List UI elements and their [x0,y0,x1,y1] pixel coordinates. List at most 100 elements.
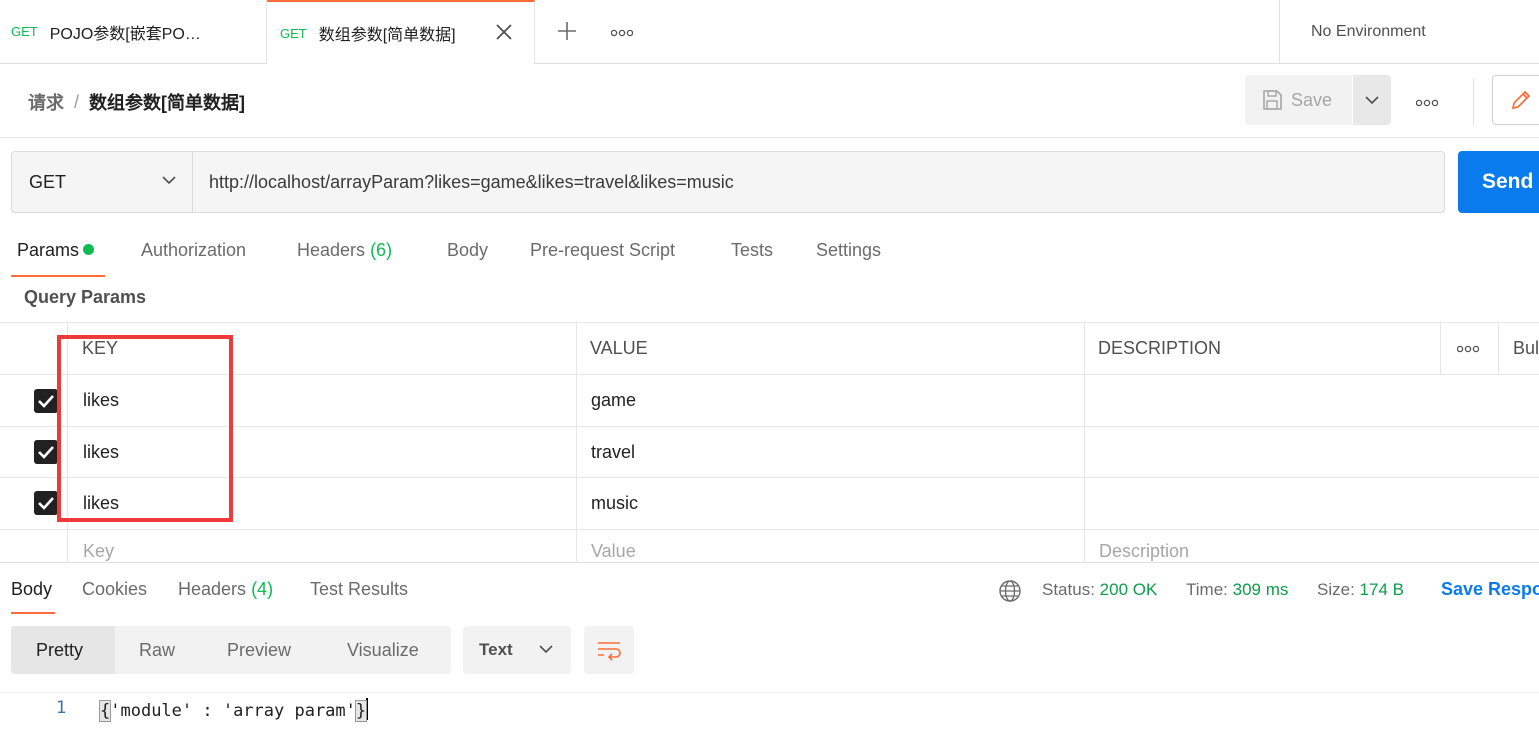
query-params-title: Query Params [24,287,147,307]
view-preview[interactable]: Preview [227,626,291,674]
row-checkbox[interactable] [34,389,58,413]
column-header-value: VALUE [590,338,648,358]
view-mode-selector: Pretty Raw Preview Visualize [11,626,451,674]
save-button[interactable]: Save [1245,75,1352,125]
response-tab-headers[interactable]: Headers (4) [178,579,273,600]
column-header-description: DESCRIPTION [1098,338,1222,358]
edit-button[interactable] [1492,75,1539,125]
method-select[interactable]: GET [12,152,193,212]
tab-label: Tests [731,240,774,260]
new-value-input[interactable]: Value [591,530,636,562]
more-actions-icon[interactable] [1415,96,1439,110]
format-select[interactable]: Text [463,626,571,674]
request-header: 请求 / 数组参数[简单数据] Save [0,64,1539,138]
status-label: Status: [1042,580,1095,599]
url-input[interactable]: http://localhost/arrayParam?likes=game&l… [193,152,1444,212]
code-line[interactable]: {'module' : 'array param'} [98,698,369,722]
row-checkbox[interactable] [34,440,58,464]
tab-label: Body [447,240,489,260]
request-tabs: Params Authorization Headers (6) Body Pr… [0,232,1539,277]
wrap-icon [598,642,621,661]
active-dot-icon [83,244,95,255]
highlight-annotation-box [57,335,233,522]
save-response-button[interactable]: Save Respo [1441,579,1539,600]
plus-icon[interactable] [556,20,578,42]
line-number: 1 [56,698,67,718]
chevron-down-icon [1365,96,1379,104]
url-bar: GET http://localhost/arrayParam?likes=ga… [11,151,1445,213]
table-divider [576,322,577,562]
view-raw[interactable]: Raw [139,626,175,674]
check-icon [38,497,54,510]
send-button[interactable]: Send [1458,151,1539,213]
tab-authorization[interactable]: Authorization [141,240,246,261]
response-tab-test-results[interactable]: Test Results [310,579,408,600]
chevron-down-icon [162,176,176,184]
chevron-down-icon [539,645,553,653]
response-tab-body[interactable]: Body [11,579,52,600]
tab-label: Authorization [141,240,247,260]
tab-pre-request-script[interactable]: Pre-request Script [530,240,675,261]
environment-selector[interactable]: No Environment [1279,0,1539,63]
status-value: 200 OK [1099,580,1158,599]
close-icon[interactable] [494,22,514,42]
param-value[interactable]: music [591,478,638,529]
time-value: 309 ms [1232,580,1289,599]
tab-params[interactable]: Params [17,240,95,261]
brace-close: } [354,700,368,722]
tab-title: 数组参数[简单数据] [318,27,456,44]
breadcrumb-separator: / [74,91,80,112]
header-divider [1473,78,1474,126]
response-tab-cookies[interactable]: Cookies [82,579,147,600]
tab-count: (4) [251,579,274,599]
tab-body[interactable]: Body [447,240,488,261]
tab-label: Headers [178,579,247,599]
tab-label: Params [17,240,80,260]
breadcrumb-parent[interactable]: 请求 [28,89,64,115]
request-tab-array[interactable]: GET 数组参数[简单数据] [267,0,535,64]
table-divider [1084,322,1085,562]
new-key-input[interactable]: Key [83,530,114,562]
view-pretty[interactable]: Pretty [11,626,115,674]
tab-settings[interactable]: Settings [816,240,881,261]
more-tabs-icon[interactable] [610,26,634,40]
tab-label: Pre-request Script [530,240,676,260]
tab-label: Settings [816,240,882,260]
status-info: Status: 200 OK [1042,580,1157,600]
response-body[interactable]: 1 {'module' : 'array param'} [0,692,1539,749]
pencil-icon [1511,90,1531,110]
request-tab-pojo[interactable]: GET POJO参数[嵌套PO… [0,0,267,63]
param-value[interactable]: travel [591,427,635,477]
tab-label: Headers [297,240,366,260]
view-visualize[interactable]: Visualize [347,626,419,674]
size-label: Size: [1317,580,1355,599]
breadcrumb: 请求 / 数组参数[简单数据] [28,89,245,115]
param-value[interactable]: game [591,375,636,426]
check-icon [38,446,54,459]
active-tab-indicator [11,275,105,277]
new-param-row: Key Value Description [0,530,1539,562]
tab-tests[interactable]: Tests [731,240,773,261]
save-options-button[interactable] [1353,75,1391,125]
response-bar: Body Cookies Headers (4) Test Results St… [0,562,1539,614]
size-value: 174 B [1359,580,1404,599]
tab-bar: GET POJO参数[嵌套PO… GET 数组参数[简单数据] No Envir… [0,0,1539,64]
globe-icon[interactable] [998,579,1022,603]
bulk-edit-link[interactable]: Bul [1513,323,1539,374]
wrap-lines-button[interactable] [584,626,634,674]
tab-headers[interactable]: Headers (6) [297,240,392,261]
format-value: Text [479,640,513,659]
tab-method: GET [11,24,38,39]
table-divider [1498,322,1499,375]
row-checkbox[interactable] [34,491,58,515]
time-info: Time: 309 ms [1186,580,1288,600]
code-text: 'module' : 'array param' [110,701,356,721]
size-info: Size: 174 B [1317,580,1404,600]
time-label: Time: [1186,580,1228,599]
brace-open: { [98,700,112,722]
table-divider [1440,322,1441,375]
breadcrumb-current[interactable]: 数组参数[简单数据] [89,89,245,115]
column-options-icon[interactable] [1457,323,1479,374]
active-tab-indicator [11,612,55,614]
new-description-input[interactable]: Description [1099,530,1189,562]
